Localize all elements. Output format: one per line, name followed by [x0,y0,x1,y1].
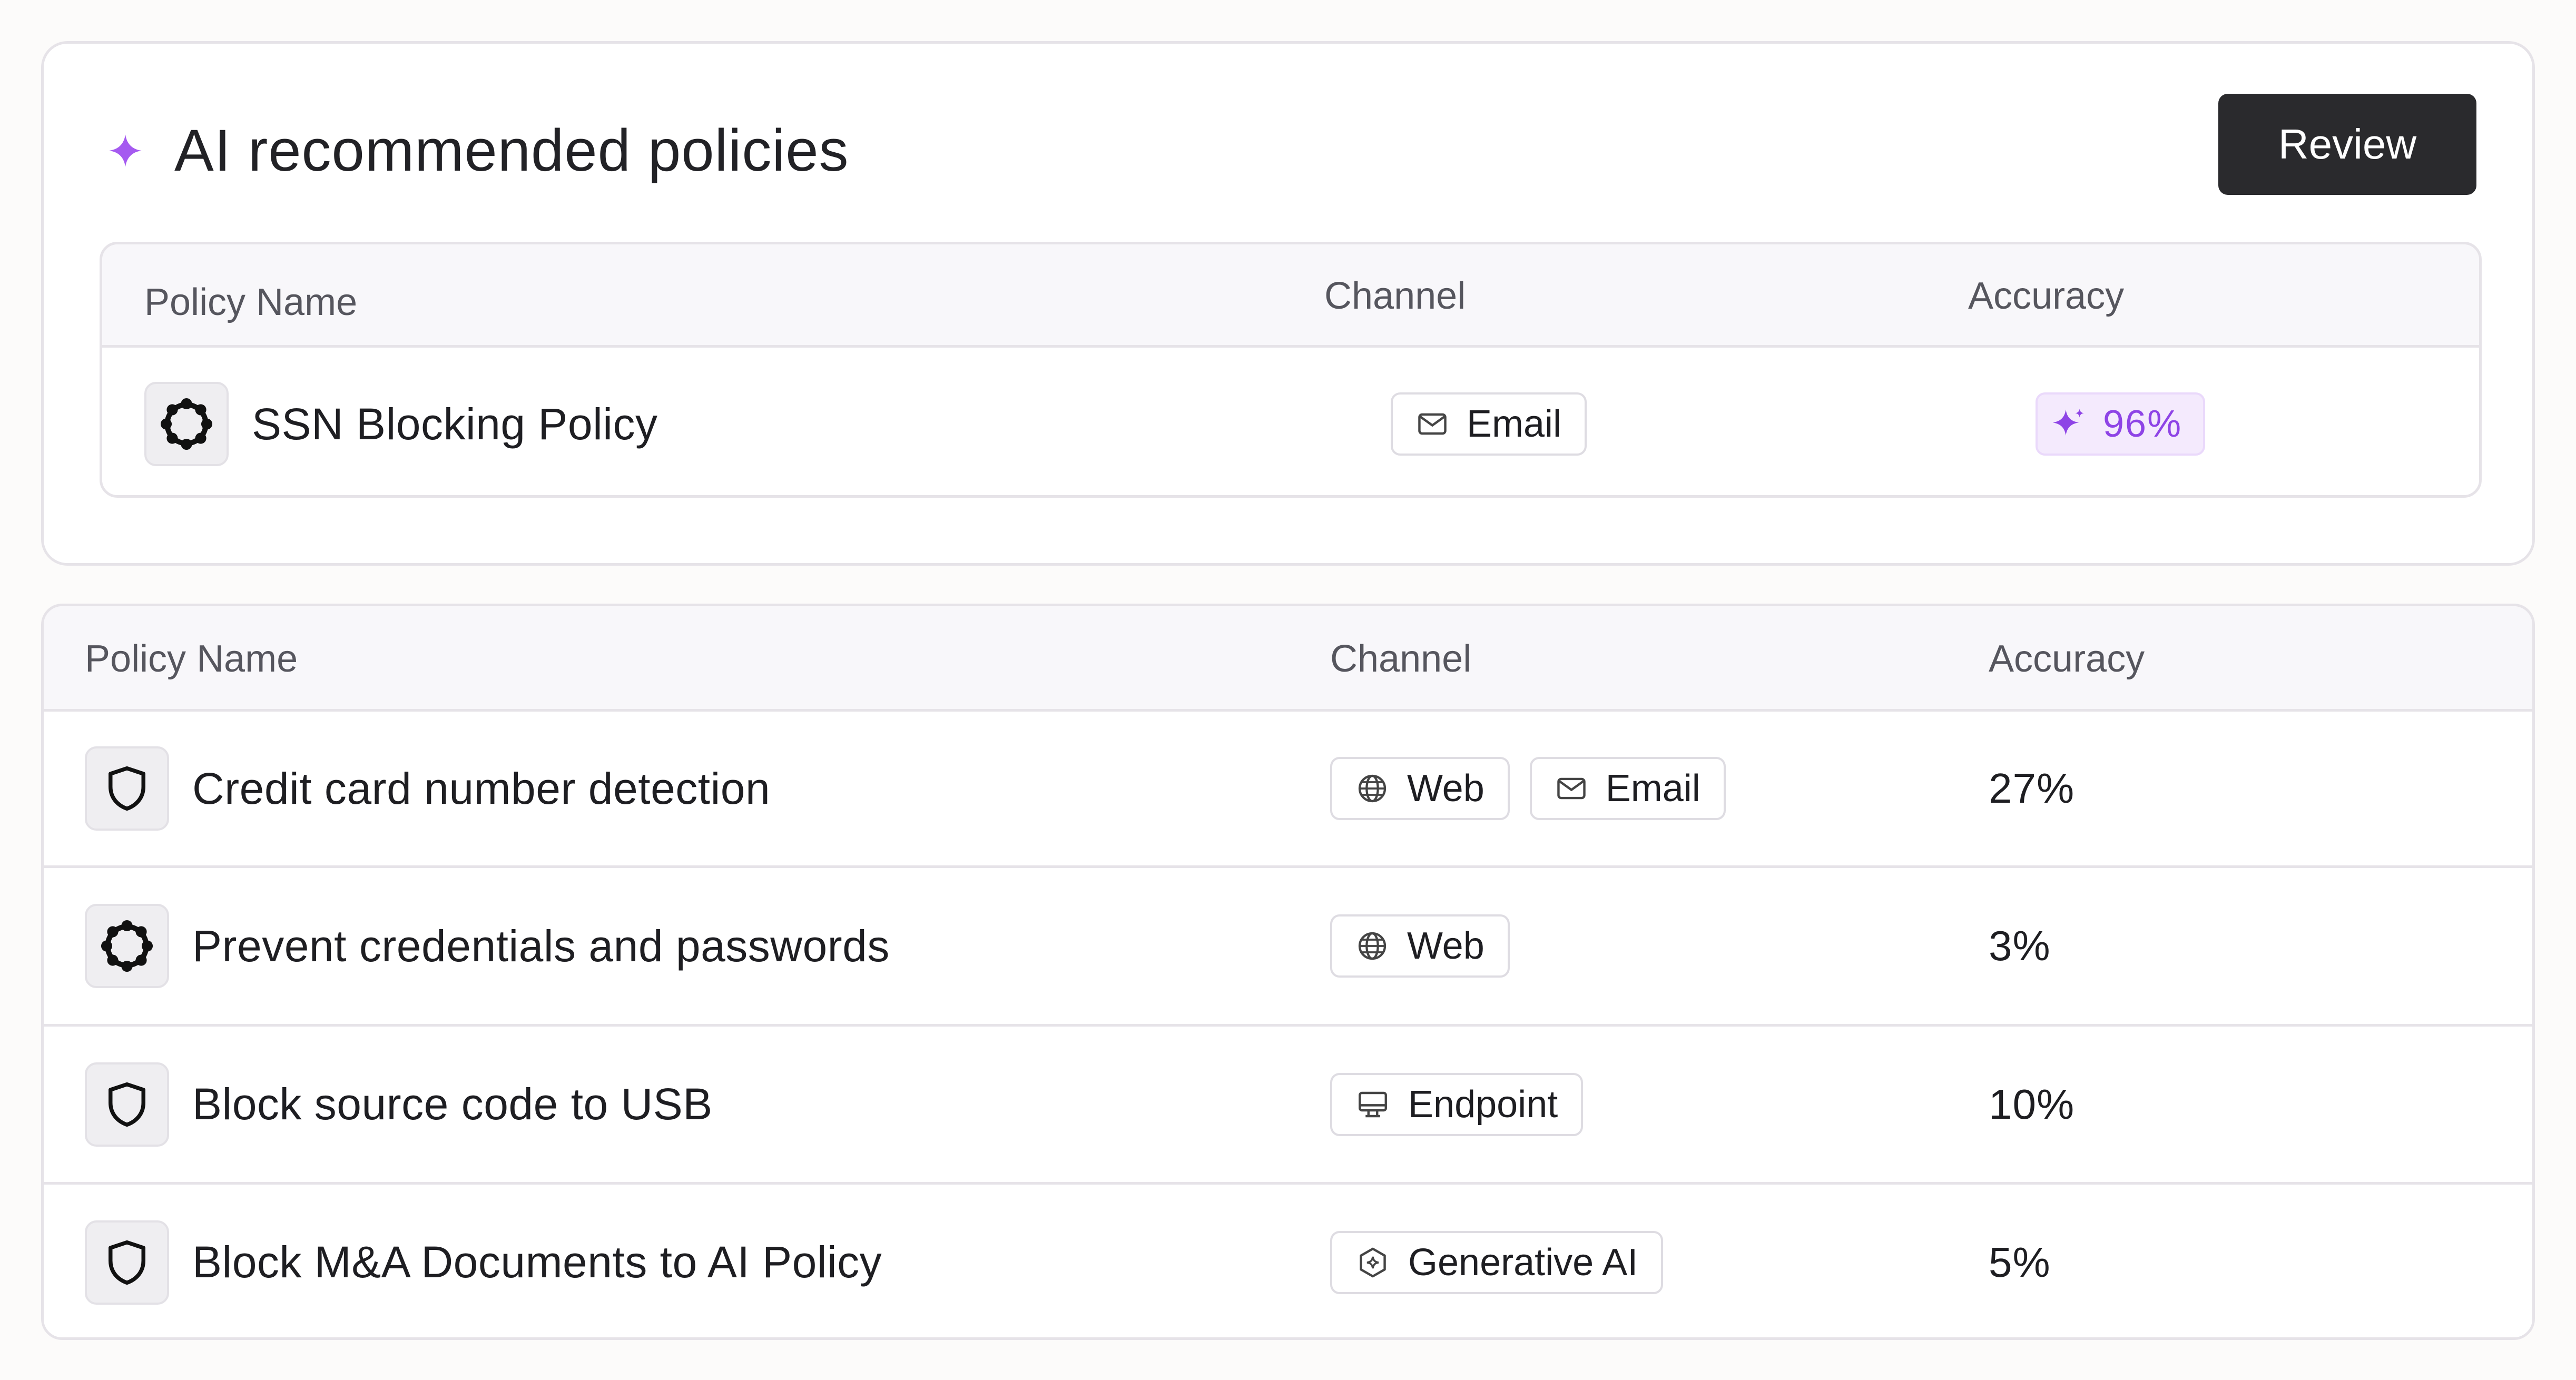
monitor-icon [1359,1091,1387,1117]
channel-chip-generative-ai: Generative AI [1330,1230,1664,1294]
accuracy-value: 96% [2103,403,2182,445]
accuracy-cell: 27% [1989,712,2074,865]
channel-chip-email: Email [1529,757,1726,820]
accuracy-cell: 5% [1989,1185,2051,1337]
sparkle-icon [2052,409,2084,436]
policy-name: Credit card number detection [192,763,771,813]
recommended-table: Policy Name Channel Accuracy SSN Blockin… [100,242,2482,498]
channel-cell: Web [1330,868,1530,1024]
accuracy-value: 3% [1989,922,2051,969]
policy-name: Block M&A Documents to AI Policy [192,1237,882,1287]
ai-card-title: AI recommended policies [174,117,849,183]
accuracy-cell: 10% [1989,1027,2074,1182]
channel-label: Email [1605,767,1700,810]
accuracy-value: 10% [1989,1080,2075,1128]
shield-icon [85,746,169,831]
globe-icon [1358,932,1387,960]
shield-icon [85,1220,169,1305]
globe-icon [1358,774,1387,803]
channel-cell: Email [1391,348,1607,495]
mail-icon [1557,777,1586,800]
channel-cell: Web Email [1330,712,1746,865]
ai-card-header: AI recommended policies Review [44,44,2532,244]
ring-dots-icon [144,382,229,466]
column-header-channel: Channel [1330,638,1472,680]
accuracy-cell: 96% [2036,348,2206,495]
channel-cell: Endpoint [1330,1027,1603,1182]
column-header-accuracy: Accuracy [1989,638,2145,680]
channel-label: Endpoint [1408,1083,1558,1126]
channel-label: Email [1467,403,1562,445]
table-row[interactable]: Block M&A Documents to AI Policy Generat… [44,1185,2532,1337]
table-row[interactable]: SSN Blocking Policy Email 96% [102,348,2479,495]
channel-label: Web [1407,767,1484,810]
policy-name-cell: Credit card number detection [85,712,770,865]
column-header-policy-name: Policy Name [144,281,358,323]
policy-name: Block source code to USB [192,1079,713,1129]
channel-label: Generative AI [1408,1241,1638,1284]
policy-name-cell: Block M&A Documents to AI Policy [85,1185,882,1337]
channel-chip-email: Email [1391,392,1587,456]
page: AI recommended policies Review Policy Na… [0,0,2576,1380]
mail-icon [1418,413,1447,435]
column-header-accuracy: Accuracy [1968,275,2125,317]
shield-icon [85,1062,169,1147]
accuracy-cell: 3% [1989,868,2051,1024]
column-header-channel: Channel [1324,275,1466,317]
column-header-policy-name: Policy Name [85,638,298,680]
table-row[interactable]: Prevent credentials and passwords Web 3% [44,868,2532,1024]
table-row[interactable]: Block source code to USB Endpoint 10% [44,1027,2532,1182]
review-button[interactable]: Review [2218,94,2476,195]
policy-name: SSN Blocking Policy [252,399,658,449]
ai-hexagon-icon [1360,1247,1386,1277]
accuracy-value: 5% [1989,1238,2051,1286]
sparkle-icon [109,134,142,167]
ring-dots-icon [85,904,169,988]
channel-label: Web [1407,925,1484,967]
channel-cell: Generative AI [1330,1185,1683,1337]
accuracy-badge: 96% [2036,392,2206,456]
policy-name-cell: Block source code to USB [85,1027,713,1182]
accuracy-value: 27% [1989,765,2075,812]
table-row[interactable]: Credit card number detection Web Email 2… [44,712,2532,865]
channel-chip-web: Web [1330,914,1510,978]
policies-table-card: Policy Name Channel Accuracy Credit card… [41,604,2535,1340]
policy-name: Prevent credentials and passwords [192,921,890,971]
table-header: Policy Name Channel Accuracy [44,606,2532,712]
channel-chip-web: Web [1330,757,1510,820]
policy-name-cell: Prevent credentials and passwords [85,868,890,1024]
ai-recommended-card: AI recommended policies Review Policy Na… [41,41,2535,566]
channel-chip-endpoint: Endpoint [1330,1072,1584,1136]
table-header: Policy Name Channel Accuracy [102,244,2479,348]
policy-name-cell: SSN Blocking Policy [144,348,658,495]
